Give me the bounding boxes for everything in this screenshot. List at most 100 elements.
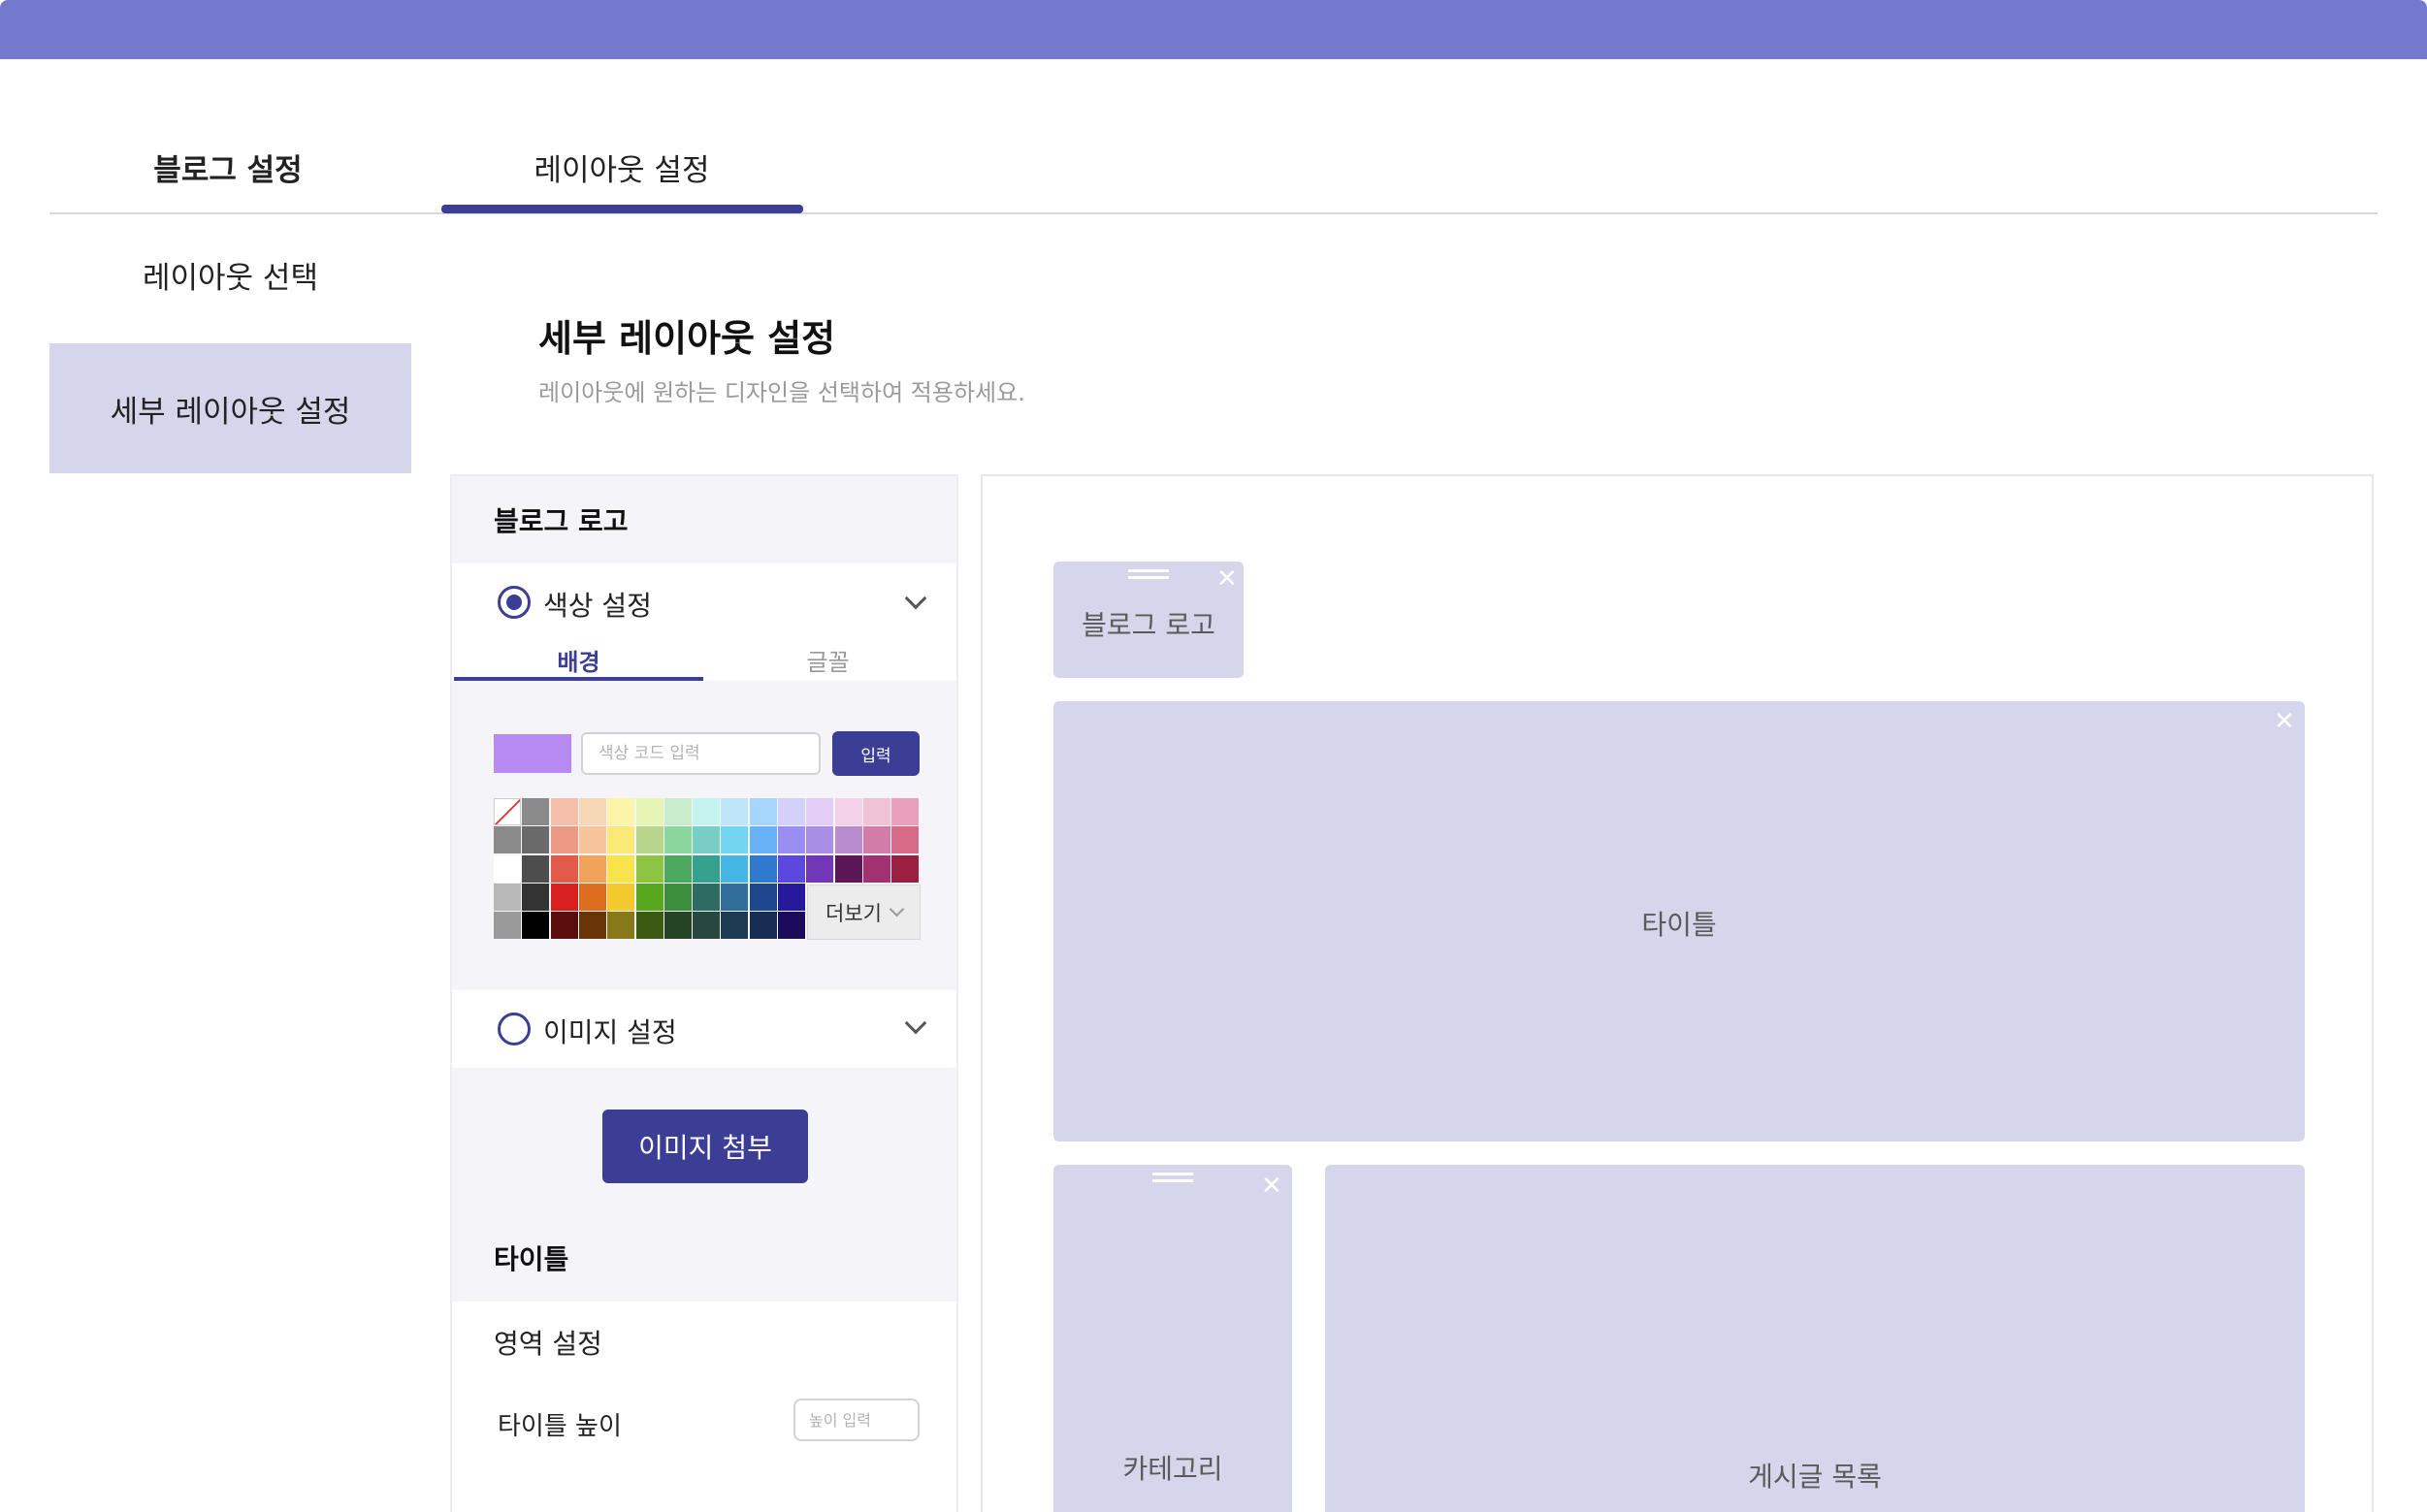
color-cell[interactable] [522, 826, 550, 854]
color-cell[interactable] [749, 798, 777, 825]
color-cell[interactable] [607, 826, 635, 854]
preview-block-title[interactable]: ✕ 타이틀 [1053, 701, 2305, 1142]
color-cell[interactable] [550, 826, 578, 854]
drag-handle-icon[interactable] [1128, 569, 1169, 579]
color-cell[interactable] [578, 826, 606, 854]
image-attach-button[interactable]: 이미지 첨부 [602, 1110, 808, 1183]
color-cell[interactable] [749, 883, 777, 911]
color-cell[interactable] [721, 798, 749, 825]
active-tab-indicator [441, 205, 803, 213]
chevron-down-icon[interactable] [904, 1012, 927, 1035]
color-cell[interactable] [663, 854, 692, 883]
color-cell[interactable] [862, 826, 890, 854]
color-cell[interactable] [578, 854, 606, 883]
layout-preview: ✕ 블로그 로고 ✕ 타이틀 ✕ 카테고리 게시글 목록 [981, 474, 2374, 1512]
area-setting-label: 영역 설정 [494, 1328, 602, 1360]
color-cell[interactable] [778, 854, 805, 883]
color-cell[interactable] [749, 826, 777, 854]
color-cell[interactable] [578, 798, 606, 825]
close-icon[interactable]: ✕ [2274, 709, 2295, 734]
color-cell[interactable] [721, 826, 749, 854]
enter-button[interactable]: 입력 [832, 731, 920, 776]
color-code-input[interactable] [581, 732, 821, 775]
tab-blog-settings[interactable]: 블로그 설정 [87, 145, 369, 189]
color-cell[interactable] [862, 854, 890, 883]
color-cell[interactable] [693, 798, 721, 825]
color-cell[interactable] [635, 826, 663, 854]
color-cell[interactable] [522, 854, 550, 883]
close-icon[interactable]: ✕ [1261, 1174, 1282, 1199]
color-cell[interactable] [578, 883, 606, 911]
color-cell[interactable] [834, 798, 862, 825]
color-cell[interactable] [778, 912, 805, 940]
color-cell[interactable] [663, 798, 692, 825]
color-cell[interactable] [891, 826, 920, 854]
color-cell[interactable] [778, 798, 805, 825]
color-cell[interactable] [693, 854, 721, 883]
subtab-background[interactable]: 배경 [454, 643, 703, 677]
preview-block-posts[interactable]: 게시글 목록 [1325, 1165, 2305, 1512]
color-cell[interactable] [494, 883, 521, 911]
color-cell[interactable] [693, 912, 721, 940]
color-setting-radio[interactable] [498, 586, 531, 619]
color-cell[interactable] [778, 826, 805, 854]
title-height-input[interactable] [793, 1399, 920, 1441]
color-cell[interactable] [550, 854, 578, 883]
color-cell[interactable] [578, 912, 606, 940]
color-cell[interactable] [721, 912, 749, 940]
color-cell[interactable] [522, 883, 550, 911]
color-cell[interactable] [607, 798, 635, 825]
color-cell[interactable] [635, 912, 663, 940]
color-cell[interactable] [635, 854, 663, 883]
color-cell[interactable] [721, 883, 749, 911]
sidebar-item-detail-layout[interactable]: 세부 레이아웃 설정 [49, 343, 411, 473]
color-cell[interactable] [494, 826, 521, 854]
color-cell[interactable] [494, 912, 521, 940]
block-label: 게시글 목록 [1748, 1461, 1882, 1493]
color-cell[interactable] [550, 912, 578, 940]
color-cell[interactable] [891, 854, 920, 883]
color-cell[interactable] [522, 798, 550, 825]
color-cell[interactable] [749, 912, 777, 940]
preview-block-logo[interactable]: ✕ 블로그 로고 [1053, 562, 1244, 678]
more-colors-button[interactable]: 더보기 [807, 885, 921, 940]
close-icon[interactable]: ✕ [1216, 566, 1238, 592]
color-cell[interactable] [607, 912, 635, 940]
no-color-cell[interactable] [494, 798, 521, 825]
subtab-font[interactable]: 글꼴 [703, 643, 953, 677]
color-cell[interactable] [635, 798, 663, 825]
preview-block-category[interactable]: ✕ 카테고리 [1053, 1165, 1292, 1512]
tab-layout-settings[interactable]: 레이아웃 설정 [441, 145, 802, 189]
color-cell[interactable] [806, 854, 834, 883]
color-cell[interactable] [693, 883, 721, 911]
color-cell[interactable] [834, 854, 862, 883]
image-setting-radio[interactable] [498, 1013, 531, 1046]
color-cell[interactable] [834, 826, 862, 854]
color-cell[interactable] [862, 798, 890, 825]
color-cell[interactable] [721, 854, 749, 883]
color-cell[interactable] [550, 798, 578, 825]
color-cell[interactable] [550, 883, 578, 911]
color-cell[interactable] [778, 883, 805, 911]
logo-section-header: 블로그 로고 [494, 505, 629, 537]
color-cell[interactable] [749, 854, 777, 883]
color-cell[interactable] [806, 826, 834, 854]
color-cell[interactable] [663, 912, 692, 940]
color-cell[interactable] [522, 912, 550, 940]
color-cell[interactable] [607, 883, 635, 911]
color-cell[interactable] [607, 854, 635, 883]
image-setting-label: 이미지 설정 [543, 1016, 677, 1048]
color-cell[interactable] [806, 798, 834, 825]
color-cell[interactable] [494, 854, 521, 883]
drag-handle-icon[interactable] [1152, 1173, 1193, 1182]
color-cell[interactable] [663, 826, 692, 854]
chevron-down-icon[interactable] [904, 587, 927, 610]
block-label: 카테고리 [1122, 1453, 1223, 1485]
color-cell[interactable] [663, 883, 692, 911]
sidebar-item-layout-select[interactable]: 레이아웃 선택 [49, 241, 411, 308]
color-cell[interactable] [635, 883, 663, 911]
settings-panel: 블로그 로고 색상 설정 배경 글꼴 입력 더보기 이미지 설정 이미지 첨부 … [450, 474, 958, 1512]
color-cell[interactable] [891, 798, 920, 825]
color-cell[interactable] [693, 826, 721, 854]
page-title: 세부 레이아웃 설정 [538, 317, 836, 360]
